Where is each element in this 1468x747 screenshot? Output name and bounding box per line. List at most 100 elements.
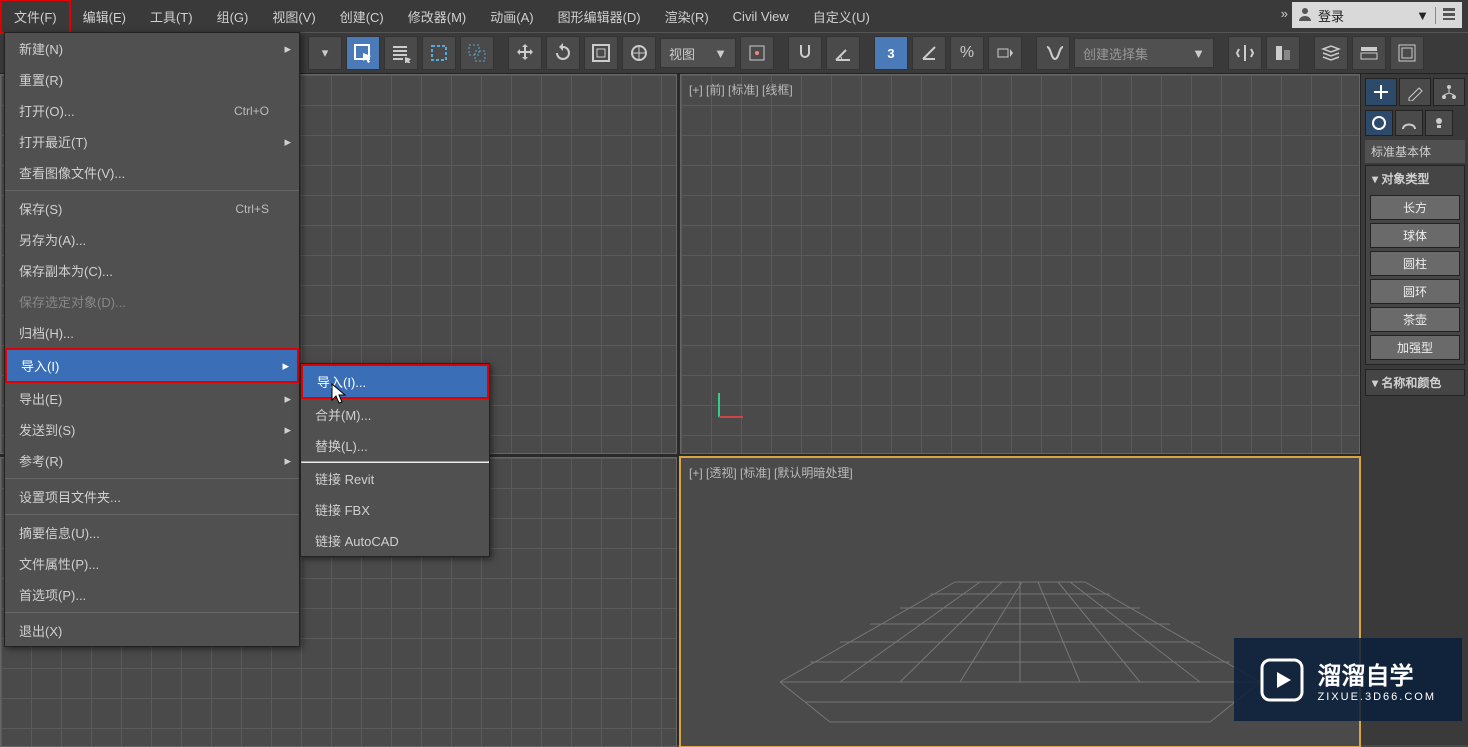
submenu-merge[interactable]: 合并(M)... bbox=[301, 399, 489, 430]
menu-project-folder[interactable]: 设置项目文件夹... bbox=[5, 481, 299, 512]
shapes-tab[interactable] bbox=[1395, 110, 1423, 136]
snap-3d-button[interactable]: 3 bbox=[874, 36, 908, 70]
modify-tab[interactable] bbox=[1399, 78, 1431, 106]
menu-reference[interactable]: 参考(R)▸ bbox=[5, 445, 299, 476]
create-tab[interactable] bbox=[1365, 78, 1397, 106]
viewport-label[interactable]: [+] [前] [标准] [线框] bbox=[689, 81, 793, 98]
viewport-grid-bg bbox=[681, 75, 1359, 453]
lights-tab[interactable] bbox=[1425, 110, 1453, 136]
menu-view-image[interactable]: 查看图像文件(V)... bbox=[5, 157, 299, 188]
angle-snap-button[interactable] bbox=[826, 36, 860, 70]
tool-sep-icon: ▾ bbox=[308, 36, 342, 70]
menu-import[interactable]: 导入(I)▸ bbox=[5, 348, 299, 383]
ref-coord-label: 视图 bbox=[669, 44, 695, 63]
named-sel-edit-button[interactable] bbox=[1036, 36, 1070, 70]
menu-create[interactable]: 创建(C) bbox=[328, 1, 396, 32]
align-button[interactable] bbox=[1266, 36, 1300, 70]
torus-button[interactable]: 圆环 bbox=[1370, 279, 1460, 304]
submenu-link-revit[interactable]: 链接 Revit bbox=[301, 463, 489, 494]
menu-animation[interactable]: 动画(A) bbox=[478, 1, 545, 32]
menu-graph-editors[interactable]: 图形编辑器(D) bbox=[546, 1, 653, 32]
file-menu-dropdown: 新建(N)▸ 重置(R) 打开(O)...Ctrl+O 打开最近(T)▸ 查看图… bbox=[4, 32, 300, 647]
menu-edit[interactable]: 编辑(E) bbox=[71, 1, 138, 32]
viewport-top-right[interactable]: [+] [前] [标准] [线框] bbox=[680, 74, 1360, 454]
menu-save-as[interactable]: 另存为(A)... bbox=[5, 224, 299, 255]
submenu-link-fbx[interactable]: 链接 FBX bbox=[301, 494, 489, 525]
create-category-tabs bbox=[1365, 110, 1465, 136]
workspace-icon[interactable] bbox=[1435, 7, 1456, 24]
viewport-label[interactable]: [+] [透视] [标准] [默认明暗处理] bbox=[689, 464, 853, 481]
selection-set-dropdown[interactable]: 创建选择集 ▼ bbox=[1074, 38, 1214, 68]
menu-rendering[interactable]: 渲染(R) bbox=[653, 1, 721, 32]
play-icon bbox=[1260, 658, 1304, 702]
submenu-link-autocad[interactable]: 链接 AutoCAD bbox=[301, 525, 489, 556]
rollout-name-color: ▾ 名称和颜色 bbox=[1365, 369, 1465, 396]
percent-snap-button[interactable]: % bbox=[950, 36, 984, 70]
watermark: 溜溜自学 ZIXUE.3D66.COM bbox=[1234, 638, 1462, 721]
menu-file-props[interactable]: 文件属性(P)... bbox=[5, 548, 299, 579]
cylinder-button[interactable]: 圆柱 bbox=[1370, 251, 1460, 276]
sphere-button[interactable]: 球体 bbox=[1370, 223, 1460, 248]
menu-save-copy-as[interactable]: 保存副本为(C)... bbox=[5, 255, 299, 286]
login-label: 登录 bbox=[1318, 6, 1344, 25]
select-object-button[interactable] bbox=[346, 36, 380, 70]
teapot-button[interactable]: 茶壶 bbox=[1370, 307, 1460, 332]
move-button[interactable] bbox=[508, 36, 542, 70]
submenu-import[interactable]: 导入(I)... bbox=[301, 364, 489, 399]
snap-toggle-button[interactable] bbox=[788, 36, 822, 70]
submenu-replace[interactable]: 替换(L)... bbox=[301, 430, 489, 461]
menu-archive[interactable]: 归档(H)... bbox=[5, 317, 299, 348]
menu-send-to[interactable]: 发送到(S)▸ bbox=[5, 414, 299, 445]
window-crossing-button[interactable] bbox=[460, 36, 494, 70]
menu-open[interactable]: 打开(O)...Ctrl+O bbox=[5, 95, 299, 126]
curve-editor-button[interactable] bbox=[1390, 36, 1424, 70]
category-dropdown[interactable]: 标准基本体 bbox=[1365, 140, 1465, 163]
select-region-button[interactable] bbox=[422, 36, 456, 70]
menu-customize[interactable]: 自定义(U) bbox=[801, 1, 882, 32]
menu-reset[interactable]: 重置(R) bbox=[5, 64, 299, 95]
menu-exit[interactable]: 退出(X) bbox=[5, 615, 299, 646]
menu-views[interactable]: 视图(V) bbox=[260, 1, 327, 32]
menu-summary[interactable]: 摘要信息(U)... bbox=[5, 517, 299, 548]
menu-modifiers[interactable]: 修改器(M) bbox=[396, 1, 479, 32]
rollout-title[interactable]: ▾ 名称和颜色 bbox=[1366, 370, 1464, 395]
menu-civil-view[interactable]: Civil View bbox=[721, 3, 801, 30]
selection-set-label: 创建选择集 bbox=[1083, 44, 1148, 63]
command-panel-tabs bbox=[1365, 78, 1465, 106]
plane-button[interactable]: 加强型 bbox=[1370, 335, 1460, 360]
menu-file[interactable]: 文件(F) bbox=[0, 0, 71, 34]
watermark-url: ZIXUE.3D66.COM bbox=[1318, 691, 1436, 703]
menu-save[interactable]: 保存(S)Ctrl+S bbox=[5, 193, 299, 224]
spinner-snap-button[interactable] bbox=[988, 36, 1022, 70]
menu-tools[interactable]: 工具(T) bbox=[138, 1, 205, 32]
menu-open-recent[interactable]: 打开最近(T)▸ bbox=[5, 126, 299, 157]
menu-preferences[interactable]: 首选项(P)... bbox=[5, 579, 299, 610]
box-button[interactable]: 长方 bbox=[1370, 195, 1460, 220]
ref-coord-dropdown[interactable]: 视图 ▼ bbox=[660, 38, 736, 68]
import-submenu: 导入(I)... 合并(M)... 替换(L)... 链接 Revit 链接 F… bbox=[300, 363, 490, 557]
menubar: 文件(F) 编辑(E) 工具(T) 组(G) 视图(V) 创建(C) 修改器(M… bbox=[0, 0, 1468, 32]
mirror-button[interactable] bbox=[1228, 36, 1262, 70]
more-menus-arrow[interactable]: » bbox=[1281, 6, 1288, 21]
placement-button[interactable] bbox=[622, 36, 656, 70]
menu-group[interactable]: 组(G) bbox=[205, 1, 261, 32]
menu-new[interactable]: 新建(N)▸ bbox=[5, 33, 299, 64]
geometry-tab[interactable] bbox=[1365, 110, 1393, 136]
select-by-name-button[interactable] bbox=[384, 36, 418, 70]
watermark-title: 溜溜自学 bbox=[1318, 656, 1436, 691]
axis-gizmo-icon bbox=[711, 385, 751, 425]
hierarchy-tab[interactable] bbox=[1433, 78, 1465, 106]
rotate-button[interactable] bbox=[546, 36, 580, 70]
toggle-ribbon-button[interactable] bbox=[1352, 36, 1386, 70]
angle-snap-toggle[interactable] bbox=[912, 36, 946, 70]
chevron-down-icon: ▼ bbox=[1416, 8, 1429, 23]
login-dropdown[interactable]: 登录 ▼ bbox=[1292, 2, 1462, 28]
menu-export[interactable]: 导出(E)▸ bbox=[5, 383, 299, 414]
use-pivot-button[interactable] bbox=[740, 36, 774, 70]
menu-save-selected: 保存选定对象(D)... bbox=[5, 286, 299, 317]
perspective-grid-icon bbox=[740, 522, 1300, 742]
layer-explorer-button[interactable] bbox=[1314, 36, 1348, 70]
rollout-title[interactable]: ▾ 对象类型 bbox=[1366, 166, 1464, 191]
person-icon bbox=[1298, 7, 1312, 24]
scale-button[interactable] bbox=[584, 36, 618, 70]
